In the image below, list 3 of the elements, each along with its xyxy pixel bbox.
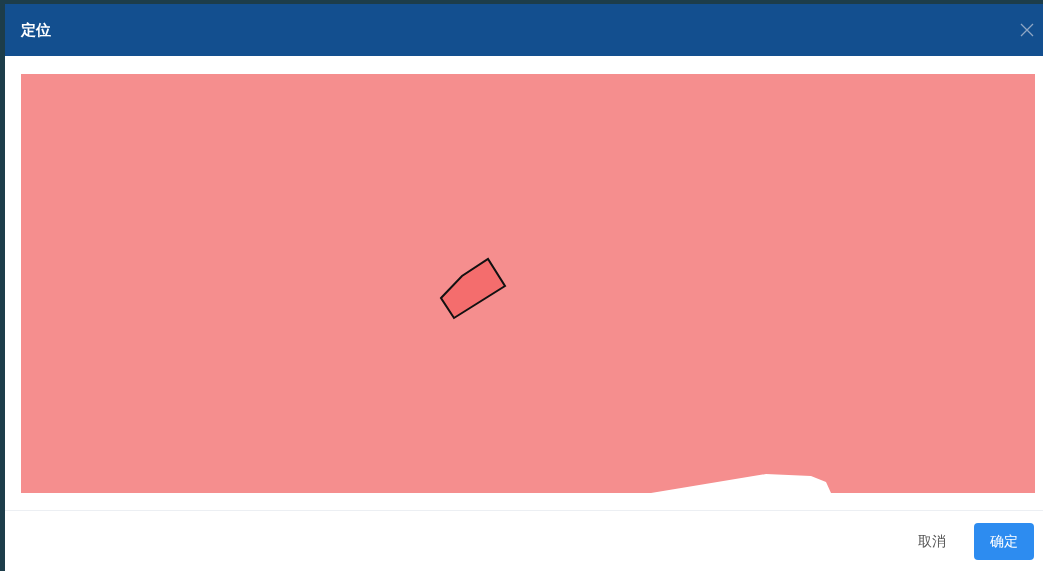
close-icon[interactable] (1020, 23, 1034, 37)
cancel-button[interactable]: 取消 (902, 523, 962, 560)
dialog-title: 定位 (21, 20, 51, 40)
